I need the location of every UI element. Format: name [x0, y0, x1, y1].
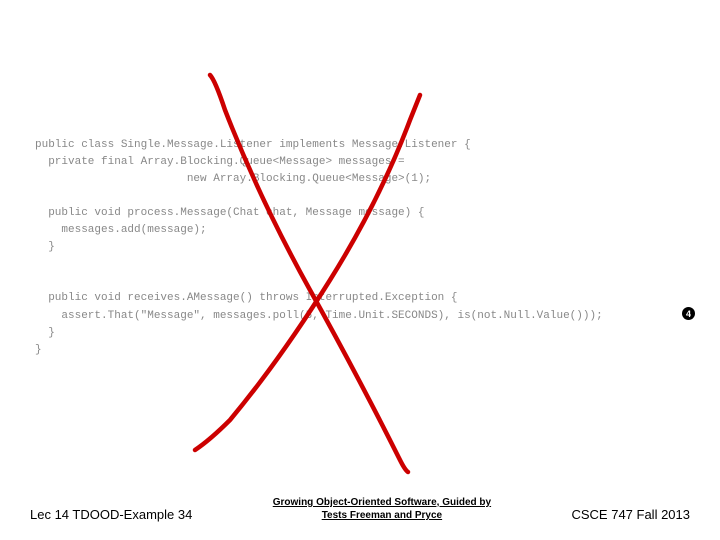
slide-footer: Lec 14 TDOOD-Example 34 Growing Object-O… [0, 496, 720, 522]
code-line: messages.add(message); [35, 224, 207, 236]
code-line: private final Array.Blocking.Queue<Messa… [35, 156, 405, 168]
code-line: } [35, 344, 42, 356]
code-line: public void process.Message(Chat chat, M… [35, 207, 424, 219]
footer-course-label: CSCE 747 Fall 2013 [571, 507, 690, 522]
code-line: } [35, 241, 55, 253]
code-line: public class Single.Message.Listener imp… [35, 139, 471, 151]
code-line: public void receives.AMessage() throws I… [35, 292, 457, 304]
footer-book-line1: Growing Object-Oriented Software, Guided… [273, 496, 491, 509]
footer-lecture-label: Lec 14 TDOOD-Example 34 [30, 507, 192, 522]
code-block: public class Single.Message.Listener imp… [35, 120, 700, 359]
code-line: assert.That("Message", messages.poll(5, … [35, 310, 603, 322]
footer-book-title: Growing Object-Oriented Software, Guided… [273, 496, 491, 522]
footer-book-line2: Tests Freeman and Pryce [273, 509, 491, 522]
annotation-number: 4 [686, 309, 691, 319]
code-line: } [35, 327, 55, 339]
code-line: new Array.Blocking.Queue<Message>(1); [35, 173, 431, 185]
annotation-marker: 4 [682, 307, 695, 320]
